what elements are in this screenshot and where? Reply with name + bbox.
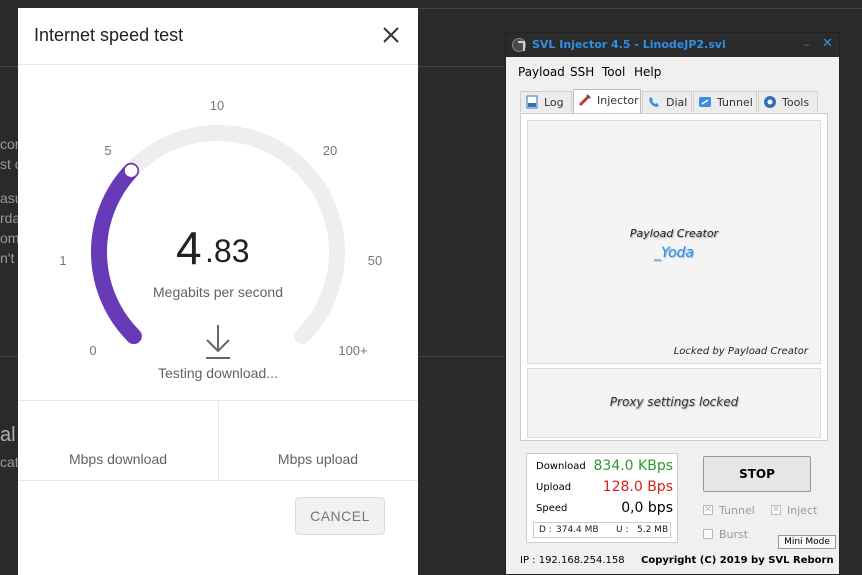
u-label: U :	[616, 525, 629, 535]
tab-log[interactable]: Log	[520, 91, 572, 112]
gauge-tick-label: 1	[59, 253, 66, 268]
injector-panel: Payload Creator _Yoda Locked by Payload …	[520, 113, 828, 441]
payload-creator-title: Payload Creator	[629, 227, 719, 240]
window-title: SVL Injector 4.5 - LinodeJP2.svi	[532, 38, 726, 51]
inject-checkbox-label: Inject	[787, 504, 818, 517]
background-text: al	[0, 424, 16, 446]
gauge-tick-label: 100+	[338, 343, 367, 358]
menu-help[interactable]: Help	[634, 65, 661, 79]
tab-dial-label: Dial	[666, 96, 688, 109]
tunnel-icon	[699, 97, 711, 107]
gauge-tick-label: 20	[323, 143, 337, 158]
syringe-icon	[578, 94, 591, 107]
download-value: 834.0 KBps	[593, 458, 674, 474]
tab-tunnel[interactable]: Tunnel	[693, 91, 757, 112]
checkbox-box: ✕	[771, 505, 781, 515]
phone-icon	[649, 97, 659, 107]
test-status: Testing download...	[158, 365, 278, 381]
background-text: n't	[0, 250, 15, 266]
background-text: cat	[0, 454, 19, 470]
payload-creator-name: _Yoda	[653, 245, 695, 261]
log-icon	[526, 95, 538, 109]
download-label: Download	[536, 461, 586, 472]
menu-tool[interactable]: Tool	[602, 65, 625, 79]
d-label: D :	[539, 525, 552, 535]
background-text: om	[0, 230, 20, 246]
speed-value-integer: 4	[176, 222, 202, 274]
background-divider	[418, 66, 505, 67]
cancel-button[interactable]: CANCEL	[295, 497, 385, 535]
speed-test-dialog: Internet speed test 0 1 5 10 20 50 100+ …	[18, 8, 418, 575]
menu-bar: Payload SSH Tool Help	[506, 59, 839, 81]
traffic-stats: Download 834.0 KBps Upload 128.0 Bps Spe…	[526, 453, 678, 543]
background-divider	[0, 66, 18, 67]
gauge-knob	[123, 162, 139, 179]
dialog-title: Internet speed test	[34, 25, 184, 45]
upload-stat: Mbps upload	[218, 400, 418, 480]
upload-value: 128.0 Bps	[602, 479, 673, 495]
tab-tools[interactable]: Tools	[758, 91, 818, 112]
proxy-locked-text: Proxy settings locked	[609, 395, 739, 409]
burst-checkbox-label: Burst	[719, 528, 749, 541]
data-usage: D : 374.4 MB U : 5.2 MB	[533, 522, 671, 538]
checkbox-box	[703, 529, 713, 539]
window-close-button[interactable]: ✕	[822, 36, 833, 51]
gauge-tick-label: 0	[89, 343, 96, 358]
svl-injector-window: SVL Injector 4.5 - LinodeJP2.svi – ✕ Pay…	[505, 32, 840, 575]
proxy-settings-box: Proxy settings locked	[527, 368, 821, 438]
d-value: 374.4 MB	[556, 525, 599, 535]
background-divider	[418, 356, 505, 357]
upload-label: Upload	[536, 482, 572, 493]
tab-injector[interactable]: Injector	[573, 89, 641, 113]
speed-value-decimal: .83	[205, 233, 250, 269]
speed-unit: Megabits per second	[153, 284, 283, 300]
tab-dial[interactable]: Dial	[642, 91, 692, 112]
mini-mode-button[interactable]: Mini Mode	[778, 535, 836, 549]
tab-log-label: Log	[544, 96, 564, 109]
tools-icon	[764, 96, 776, 108]
close-button[interactable]	[380, 24, 402, 46]
stop-button[interactable]: STOP	[703, 456, 811, 492]
checkbox-box: ✕	[703, 505, 713, 515]
gauge-fill	[91, 162, 142, 345]
background-divider	[0, 356, 18, 357]
close-icon	[383, 27, 399, 43]
menu-ssh[interactable]: SSH	[570, 65, 594, 79]
speed-value: 0,0 bps	[621, 500, 673, 516]
tab-injector-label: Injector	[597, 94, 639, 107]
download-stat: Mbps download	[18, 400, 218, 480]
u-value: 5.2 MB	[637, 525, 669, 535]
ip-address: IP : 192.168.254.158	[520, 555, 625, 566]
copyright-text: Copyright (C) 2019 by SVL Reborn	[641, 555, 834, 566]
payload-creator-box: Payload Creator _Yoda Locked by Payload …	[527, 120, 821, 364]
speed-label: Speed	[536, 503, 568, 514]
app-logo-icon	[512, 38, 526, 52]
menu-payload[interactable]: Payload	[518, 65, 565, 79]
gauge-tick-label: 50	[368, 253, 382, 268]
gauge-tick-label: 5	[104, 143, 111, 158]
tab-tools-label: Tools	[782, 96, 810, 109]
locked-by-text: Locked by Payload Creator	[673, 346, 808, 357]
footer-divider	[18, 480, 418, 481]
header-divider	[18, 64, 418, 65]
tunnel-checkbox-label: Tunnel	[719, 504, 755, 517]
download-stat-label: Mbps download	[68, 451, 168, 467]
minimize-button[interactable]: –	[804, 38, 810, 51]
title-bar[interactable]: SVL Injector 4.5 - LinodeJP2.svi – ✕	[506, 33, 839, 57]
tab-tunnel-label: Tunnel	[717, 96, 753, 109]
gauge-tick-label: 10	[210, 98, 224, 113]
background-divider	[418, 8, 862, 9]
download-arrow-icon	[206, 325, 230, 359]
upload-stat-label: Mbps upload	[277, 451, 359, 467]
